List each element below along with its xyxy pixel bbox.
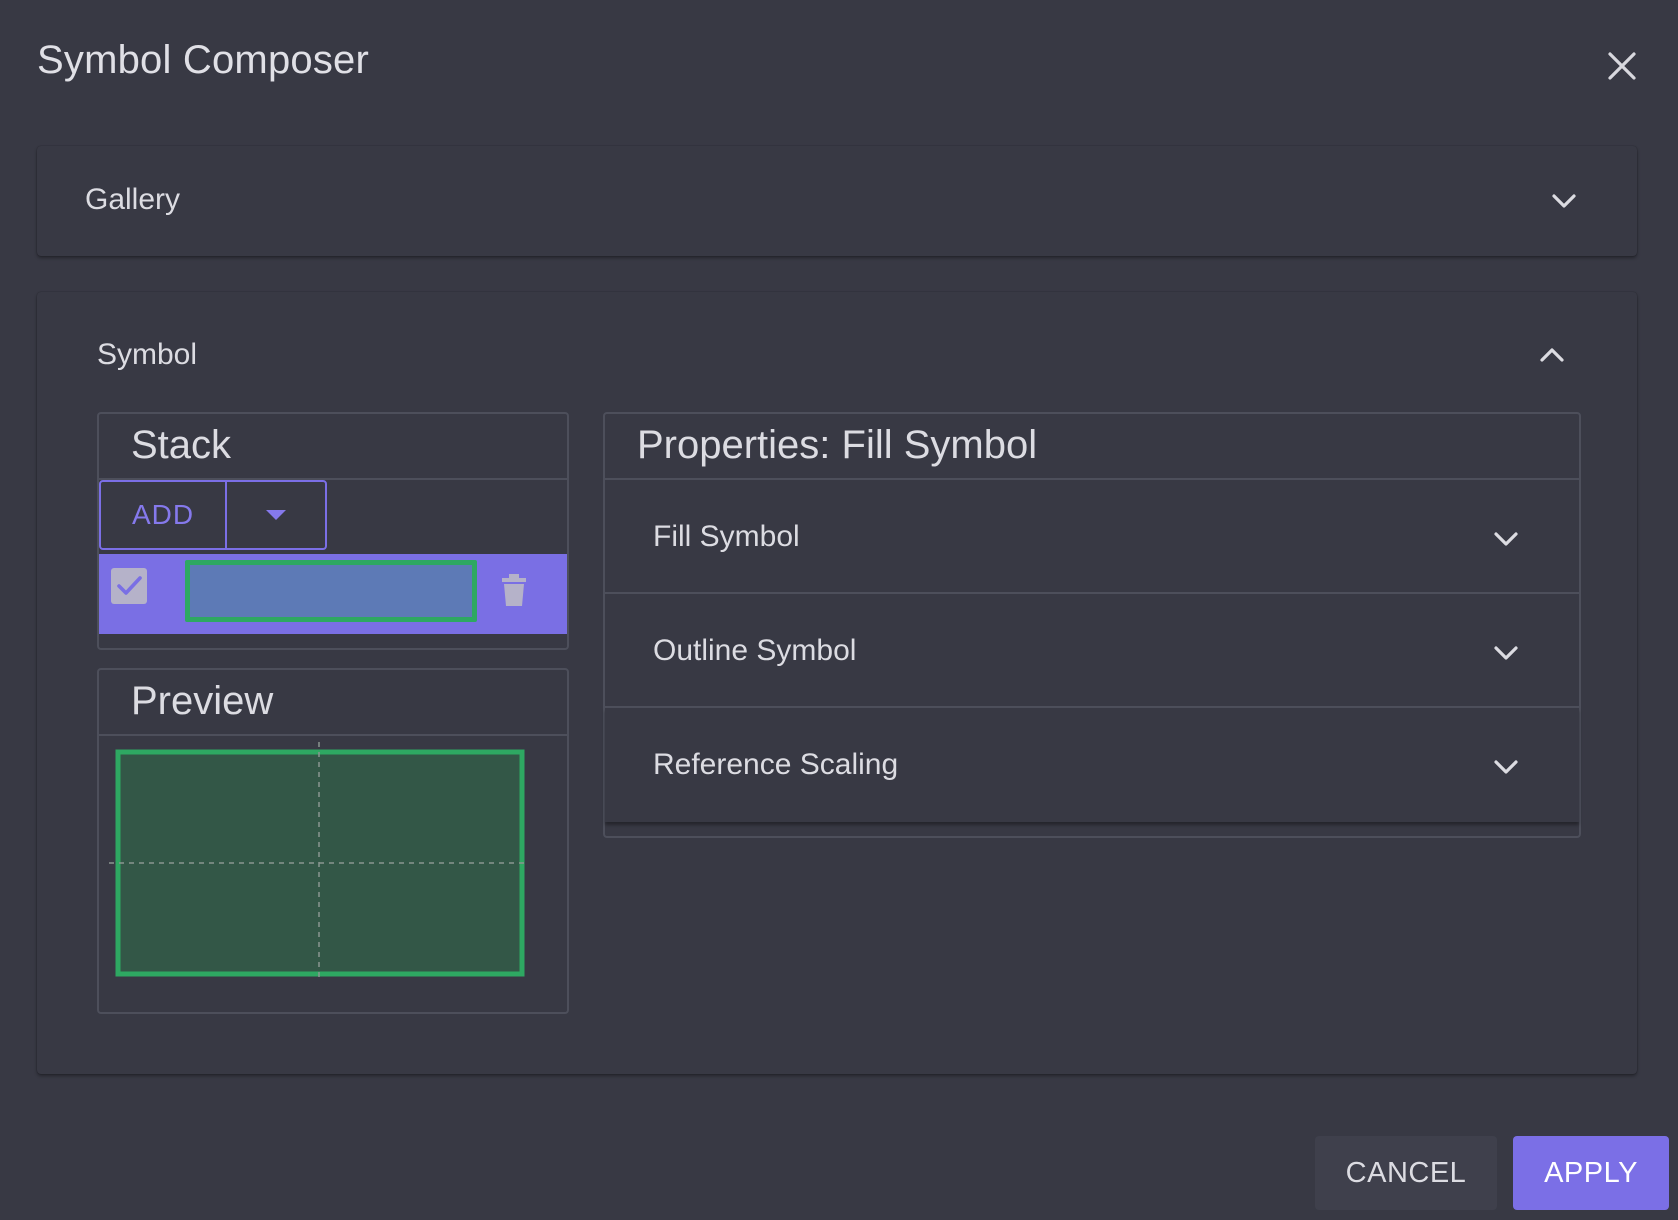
chevron-down-icon <box>1491 524 1521 559</box>
chevron-down-icon <box>1491 752 1521 787</box>
add-layer-button[interactable]: ADD <box>101 482 227 548</box>
cancel-button[interactable]: CANCEL <box>1315 1136 1497 1210</box>
fill-symbol-section[interactable]: Fill Symbol <box>605 480 1579 594</box>
chevron-down-icon <box>1549 186 1579 221</box>
delete-layer-button[interactable] <box>501 574 527 611</box>
gallery-label: Gallery <box>85 183 181 216</box>
layer-visibility-checkbox[interactable] <box>111 568 147 604</box>
stack-box: Stack ADD <box>97 412 569 650</box>
apply-button[interactable]: APPLY <box>1513 1136 1669 1210</box>
layer-symbol-swatch[interactable] <box>185 560 477 622</box>
preview-box: Preview <box>97 668 569 1014</box>
trash-icon <box>502 574 526 606</box>
add-layer-dropdown-button[interactable] <box>227 482 325 548</box>
chevron-down-icon <box>1491 638 1521 673</box>
stack-layer-row[interactable] <box>99 554 567 634</box>
chevron-up-icon[interactable] <box>1537 340 1567 375</box>
symbol-panel: Symbol Stack ADD Preview Properties: Fil… <box>37 292 1637 1074</box>
close-icon <box>1608 52 1636 80</box>
preview-canvas <box>109 742 529 982</box>
properties-title: Properties: Fill Symbol <box>605 414 1579 480</box>
outline-symbol-section[interactable]: Outline Symbol <box>605 594 1579 708</box>
fill-symbol-label: Fill Symbol <box>653 520 800 553</box>
reference-scaling-label: Reference Scaling <box>653 748 899 781</box>
outline-symbol-label: Outline Symbol <box>653 634 857 667</box>
properties-box: Properties: Fill Symbol Fill Symbol Outl… <box>603 412 1581 838</box>
close-button[interactable] <box>1600 44 1644 88</box>
add-layer-group: ADD <box>99 480 327 550</box>
gallery-header[interactable]: Gallery <box>37 146 1637 256</box>
gallery-panel: Gallery <box>37 146 1637 256</box>
stack-title: Stack <box>99 414 567 480</box>
caret-down-icon <box>266 510 286 520</box>
symbol-label: Symbol <box>97 338 198 371</box>
dialog-title: Symbol Composer <box>37 38 370 82</box>
preview-title: Preview <box>99 670 567 736</box>
checkmark-icon <box>117 576 142 595</box>
reference-scaling-section[interactable]: Reference Scaling <box>605 708 1579 822</box>
